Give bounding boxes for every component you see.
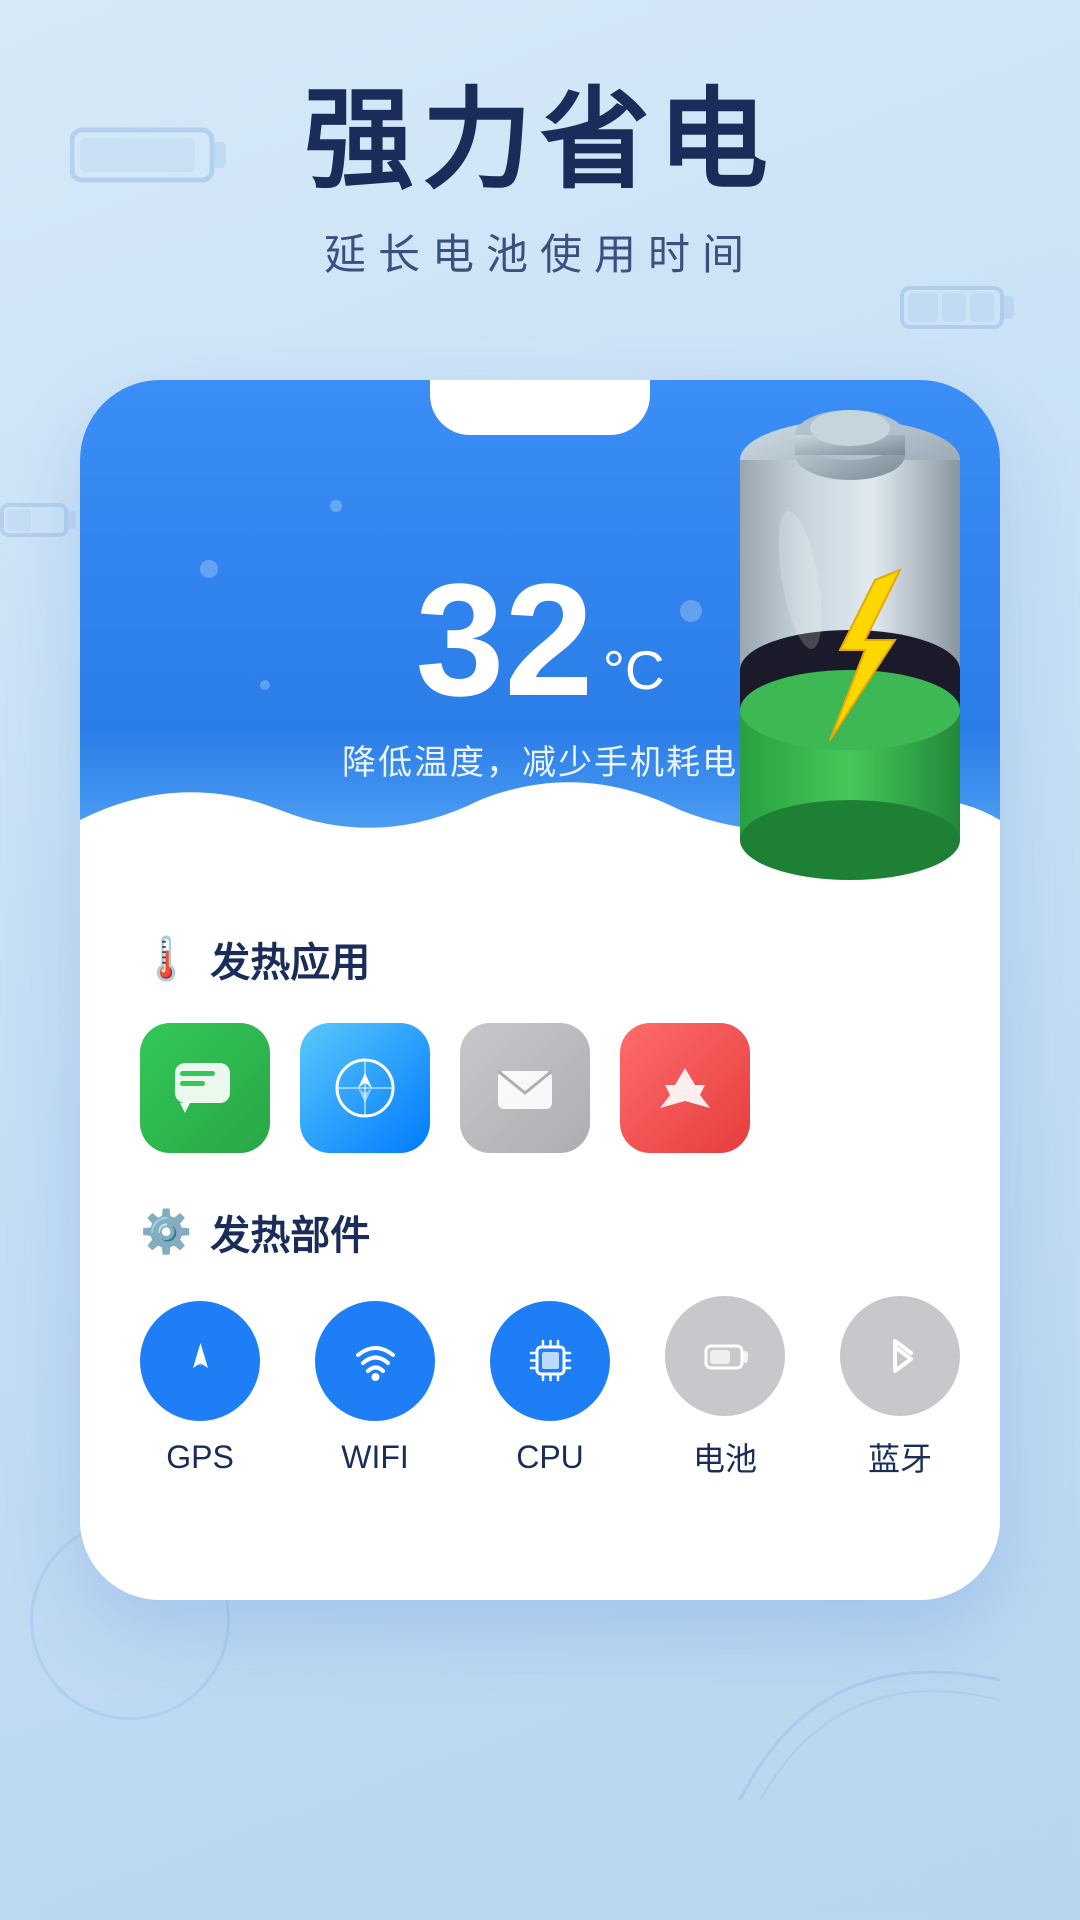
temperature-unit: °C (603, 639, 665, 701)
bluetooth-label: 蓝牙 (868, 1434, 932, 1480)
wifi-circle (315, 1301, 435, 1421)
header: 强力省电 延长电池使用时间 (0, 80, 1080, 282)
comp-item-cpu[interactable]: CPU (490, 1301, 610, 1476)
component-icons-row: GPS WIFI (140, 1296, 940, 1480)
heating-apps-label: 发热应用 (210, 930, 370, 988)
gear-icon: ⚙️ (140, 1208, 192, 1257)
app-icons-row (140, 1023, 940, 1153)
bluetooth-circle (840, 1296, 960, 1416)
thermometer-icon: 🌡️ (140, 935, 192, 984)
app-icon-mail[interactable] (460, 1023, 590, 1153)
curve-decoration (720, 1620, 1020, 1820)
phone-notch (430, 380, 650, 435)
heating-components-title: ⚙️ 发热部件 (140, 1203, 940, 1261)
cpu-circle (490, 1301, 610, 1421)
battery-label: 电池 (693, 1434, 757, 1480)
main-title: 强力省电 (80, 80, 1000, 201)
battery-3d-decoration (700, 380, 1080, 980)
temperature-value: 32 (415, 560, 593, 720)
comp-item-bluetooth[interactable]: 蓝牙 (840, 1296, 960, 1480)
bg-battery-top-right (900, 280, 1020, 335)
gps-circle (140, 1301, 260, 1421)
comp-item-wifi[interactable]: WIFI (315, 1301, 435, 1476)
heating-components-label: 发热部件 (210, 1203, 370, 1261)
heating-components-section: ⚙️ 发热部件 GPS (140, 1203, 940, 1480)
gps-label: GPS (166, 1439, 234, 1476)
bubble-2 (330, 500, 342, 512)
app-icon-safari[interactable] (300, 1023, 430, 1153)
comp-item-gps[interactable]: GPS (140, 1301, 260, 1476)
bg-battery-left (0, 500, 80, 540)
app-icon-photos[interactable] (620, 1023, 750, 1153)
comp-item-battery[interactable]: 电池 (665, 1296, 785, 1480)
app-icon-messages[interactable] (140, 1023, 270, 1153)
sub-title: 延长电池使用时间 (80, 221, 1000, 282)
phone-screen-bottom: 🌡️ 发热应用 (80, 880, 1000, 1600)
wifi-label: WIFI (341, 1439, 409, 1476)
battery-circle (665, 1296, 785, 1416)
cpu-label: CPU (516, 1439, 584, 1476)
